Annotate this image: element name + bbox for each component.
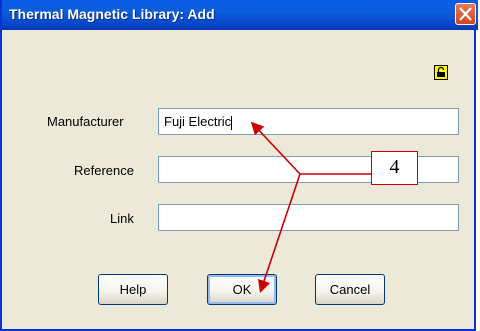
arrow-to-ok (257, 173, 301, 294)
arrow-to-manufacturer (250, 121, 301, 175)
callout-number-box: 4 (371, 151, 418, 185)
